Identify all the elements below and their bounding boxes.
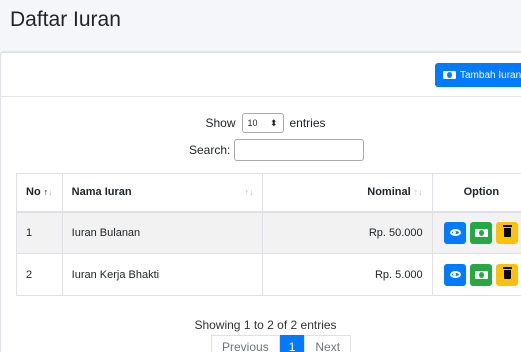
entries-select-value: 10 [247,118,258,128]
view-button[interactable] [444,221,467,244]
entries-select[interactable]: 10 ⬍ [241,113,284,133]
entries-label: entries [289,116,326,130]
add-iuran-button[interactable]: Tambah Iuran [435,63,521,87]
eye-icon [449,271,461,278]
sort-icon: ↑↓ [43,187,53,198]
caret-icon: ⬍ [269,117,278,128]
payment-button[interactable] [470,221,493,244]
table-row: 1 Iuran Bulanan Rp. 50.000 [16,211,521,254]
payment-button[interactable] [470,263,493,286]
search-label: Search: [189,143,231,157]
header-nominal-label: Nominal [367,186,411,199]
delete-button[interactable] [496,263,519,286]
cell-nama: Iuran Kerja Bhakti [62,253,263,296]
header-nama[interactable]: Nama Iuran ↑↓ [62,173,263,213]
previous-button[interactable]: Previous [211,335,280,352]
money-icon [443,71,456,79]
cell-no: 1 [16,211,63,254]
page-1-button[interactable]: 1 [279,335,305,352]
view-button[interactable] [444,263,467,286]
table-row: 2 Iuran Kerja Bhakti Rp. 5.000 [16,253,521,296]
trash-icon [502,225,512,238]
eye-icon [449,229,461,237]
sort-icon: ↑↓ [413,187,423,198]
cell-no: 2 [16,253,63,296]
cell-nominal: Rp. 50.000 [262,211,433,254]
cell-options [432,211,521,254]
header-option: Option [432,173,521,213]
card: Tambah Iuran Show 10 ⬍ entries Search: N… [0,52,521,352]
header-option-label: Option [463,186,500,199]
show-label: Show [205,116,236,130]
header-no[interactable]: No ↑↓ [16,173,63,213]
add-iuran-label: Tambah Iuran [460,69,521,81]
cell-options [432,253,521,296]
header-no-label: No [26,186,41,199]
trash-icon [502,267,512,279]
header-nominal[interactable]: Nominal ↑↓ [262,173,433,213]
cell-nominal: Rp. 5.000 [262,253,433,296]
money-icon [474,228,488,237]
delete-button[interactable] [496,221,519,244]
table-info: Showing 1 to 2 of 2 entries [194,318,337,332]
search-control: Search: [189,139,365,161]
pagination: Previous 1 Next [211,335,352,352]
iuran-table: No ↑↓ Nama Iuran ↑↓ Nominal ↑↓ Option 1 Iur… [16,173,521,296]
sort-icon: ↑↓ [244,187,254,197]
cell-nama: Iuran Bulanan [62,211,263,254]
header-nama-label: Nama Iuran [71,186,132,199]
next-button[interactable]: Next [304,335,352,352]
money-icon [474,270,488,279]
search-input[interactable] [234,139,365,161]
entries-length-control: Show 10 ⬍ entries [1,113,521,133]
page-title: Daftar Iuran [10,8,121,31]
card-header: Tambah Iuran [1,53,521,97]
